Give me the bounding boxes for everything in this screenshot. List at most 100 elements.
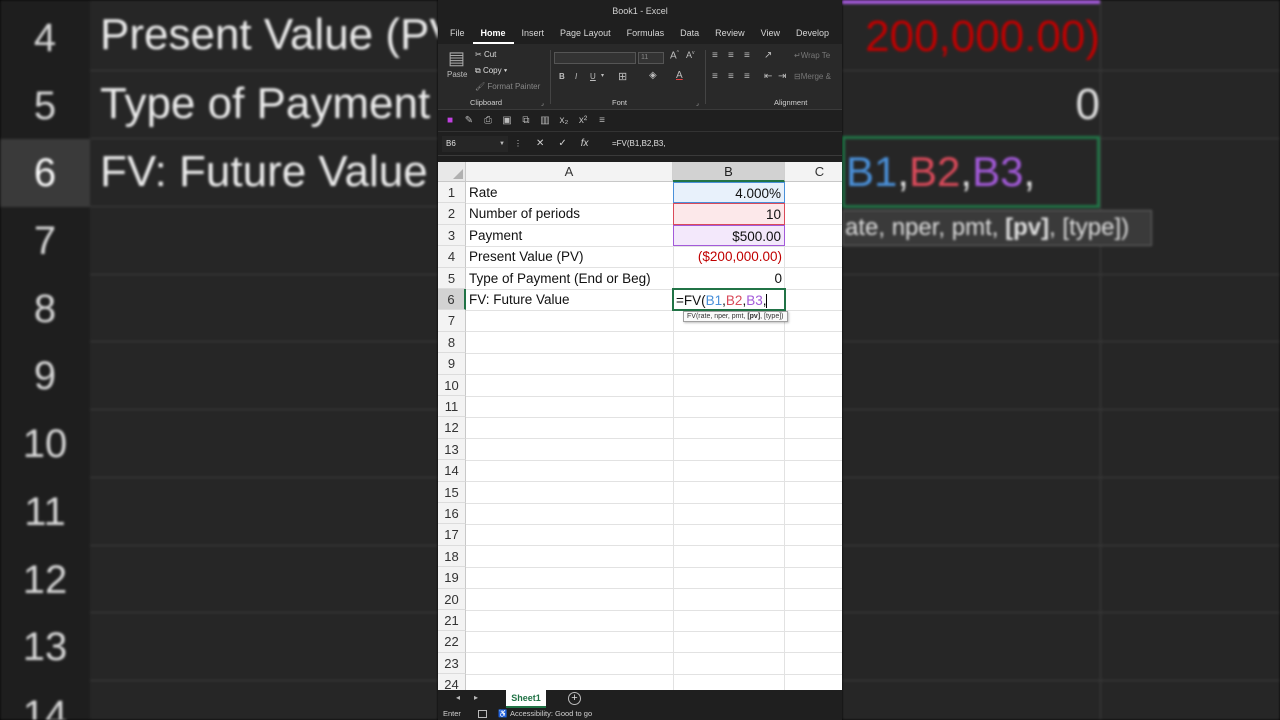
font-color-icon[interactable]: A <box>676 70 683 81</box>
cell-a2[interactable]: Number of periods <box>466 203 673 224</box>
cell-a3[interactable]: Payment <box>466 225 673 246</box>
align-bottom-icon[interactable]: ≡ <box>744 50 750 61</box>
tab-data[interactable]: Data <box>672 22 707 44</box>
cancel-icon[interactable]: ✕ <box>536 136 544 152</box>
row-header[interactable]: 10 <box>438 374 466 396</box>
row-header[interactable]: 5 <box>438 267 466 289</box>
tab-home[interactable]: Home <box>472 22 514 44</box>
format-painter-button[interactable]: 🖌 Format Painter <box>475 82 540 91</box>
formula-input[interactable]: =FV(B1,B2,B3, <box>612 136 666 152</box>
tab-file[interactable]: File <box>442 22 473 44</box>
font-launcher-icon[interactable]: ⌟ <box>696 100 699 107</box>
tab-developer[interactable]: Develop <box>788 22 837 44</box>
align-left-icon[interactable]: ≡ <box>712 71 718 82</box>
decrease-font-icon[interactable]: Av <box>686 50 695 60</box>
row-header[interactable]: 18 <box>438 545 466 568</box>
scroll-left-icon[interactable]: ◂ <box>456 693 460 702</box>
cell-a4[interactable]: Present Value (PV) <box>466 246 673 267</box>
bold-button[interactable]: B <box>559 72 565 81</box>
add-sheet-icon[interactable]: + <box>568 692 581 705</box>
align-top-icon[interactable]: ≡ <box>712 50 718 61</box>
row-header[interactable]: 8 <box>438 331 466 354</box>
font-family-select[interactable] <box>554 52 636 64</box>
camera-icon[interactable]: ⎙ <box>482 115 494 126</box>
merge-button[interactable]: ⊟Merge & <box>794 72 831 81</box>
row-header[interactable]: 23 <box>438 652 466 675</box>
row-header[interactable]: 17 <box>438 524 466 546</box>
save-icon[interactable]: ■ <box>444 115 456 126</box>
wrap-text-button[interactable]: ↵Wrap Te <box>794 51 830 60</box>
macro-record-icon[interactable] <box>478 710 487 718</box>
borders-icon[interactable]: ⊞ <box>618 70 627 83</box>
chart-icon[interactable]: ▥ <box>539 115 551 126</box>
name-box[interactable]: B6 ▼ <box>442 136 508 152</box>
cell-b6-editing[interactable]: =FV(B1,B2,B3, <box>672 288 786 311</box>
row-header[interactable]: 19 <box>438 567 466 589</box>
row-header[interactable]: 11 <box>438 396 466 418</box>
row-header[interactable]: 2 <box>438 203 466 225</box>
align-center-icon[interactable]: ≡ <box>728 71 734 82</box>
indent-decrease-icon[interactable]: ⇤ <box>764 71 772 82</box>
paste-button[interactable]: Paste <box>447 70 467 79</box>
row-header[interactable]: 6 <box>438 289 466 311</box>
cell-b1[interactable]: 4.000% <box>673 182 785 204</box>
clipboard-launcher-icon[interactable]: ⌟ <box>541 100 544 107</box>
increase-font-icon[interactable]: A^ <box>670 50 679 61</box>
row-header[interactable]: 14 <box>438 460 466 482</box>
cell-b3[interactable]: $500.00 <box>673 224 785 247</box>
cell-a5[interactable]: Type of Payment (End or Beg) <box>466 268 673 289</box>
select-all-corner[interactable] <box>438 162 466 182</box>
align-middle-icon[interactable]: ≡ <box>728 50 734 61</box>
tab-review[interactable]: Review <box>707 22 753 44</box>
superscript-icon[interactable]: x² <box>577 115 589 126</box>
scroll-right-icon[interactable]: ▸ <box>474 693 478 702</box>
row-header[interactable]: 21 <box>438 610 466 632</box>
cell-a6[interactable]: FV: Future Value <box>466 289 673 310</box>
row-header[interactable]: 3 <box>438 224 466 247</box>
tab-view[interactable]: View <box>753 22 788 44</box>
row-header[interactable]: 12 <box>438 417 466 439</box>
fill-color-icon[interactable]: ◈ <box>649 70 657 81</box>
row-header[interactable]: 20 <box>438 588 466 610</box>
font-size-select[interactable]: 11 <box>638 52 664 64</box>
orientation-icon[interactable]: ↗ <box>764 50 772 61</box>
cell-b2[interactable]: 10 <box>673 203 785 225</box>
column-header-c[interactable]: C <box>785 162 842 182</box>
cell-b4[interactable]: ($200,000.00) <box>673 246 785 267</box>
accessibility-status[interactable]: Accessibility: Good to go <box>510 708 592 720</box>
enter-icon[interactable]: ✓ <box>558 136 566 152</box>
indent-increase-icon[interactable]: ⇥ <box>778 71 786 82</box>
insert-function-icon[interactable]: fx <box>581 136 589 152</box>
row-header[interactable]: 22 <box>438 631 466 653</box>
customize-qat-icon[interactable]: ≡ <box>596 115 608 126</box>
italic-button[interactable]: I <box>575 72 577 81</box>
column-header-a[interactable]: A <box>466 162 673 182</box>
worksheet-grid[interactable]: A B C 1 2 3 4 5 6 7 8 9 10 11 12 13 14 1… <box>438 162 842 690</box>
tab-formulas[interactable]: Formulas <box>619 22 673 44</box>
subscript-icon[interactable]: x₂ <box>558 115 570 126</box>
accessibility-icon[interactable]: ♿ <box>498 708 507 720</box>
row-header[interactable]: 9 <box>438 353 466 375</box>
row-header[interactable]: 13 <box>438 438 466 461</box>
tab-insert[interactable]: Insert <box>514 22 553 44</box>
row-header[interactable]: 1 <box>438 182 466 204</box>
cut-button[interactable]: ✂ Cut <box>475 50 496 59</box>
cell-b5[interactable]: 0 <box>673 268 785 289</box>
paste-icon[interactable]: ▤ <box>448 48 465 69</box>
copy-button[interactable]: ⧉ Copy ▾ <box>475 66 507 76</box>
row-header[interactable]: 24 <box>438 674 466 690</box>
row-header[interactable]: 7 <box>438 310 466 332</box>
sheet-tab-sheet1[interactable]: Sheet1 <box>506 690 546 708</box>
row-header[interactable]: 15 <box>438 481 466 503</box>
align-right-icon[interactable]: ≡ <box>744 71 750 82</box>
format-painter-icon[interactable]: ✎ <box>463 115 475 126</box>
copy-icon[interactable]: ⧉ <box>520 115 532 126</box>
cell-a1[interactable]: Rate <box>466 182 673 203</box>
row-header[interactable]: 4 <box>438 246 466 268</box>
underline-button[interactable]: U <box>590 72 596 81</box>
function-tooltip[interactable]: FV(rate, nper, pmt, [pv], [type]) <box>683 311 788 322</box>
paste-special-icon[interactable]: ▣ <box>501 115 513 126</box>
underline-dropdown-icon[interactable]: ▾ <box>601 72 604 79</box>
row-header[interactable]: 16 <box>438 503 466 525</box>
column-header-b[interactable]: B <box>673 162 785 182</box>
